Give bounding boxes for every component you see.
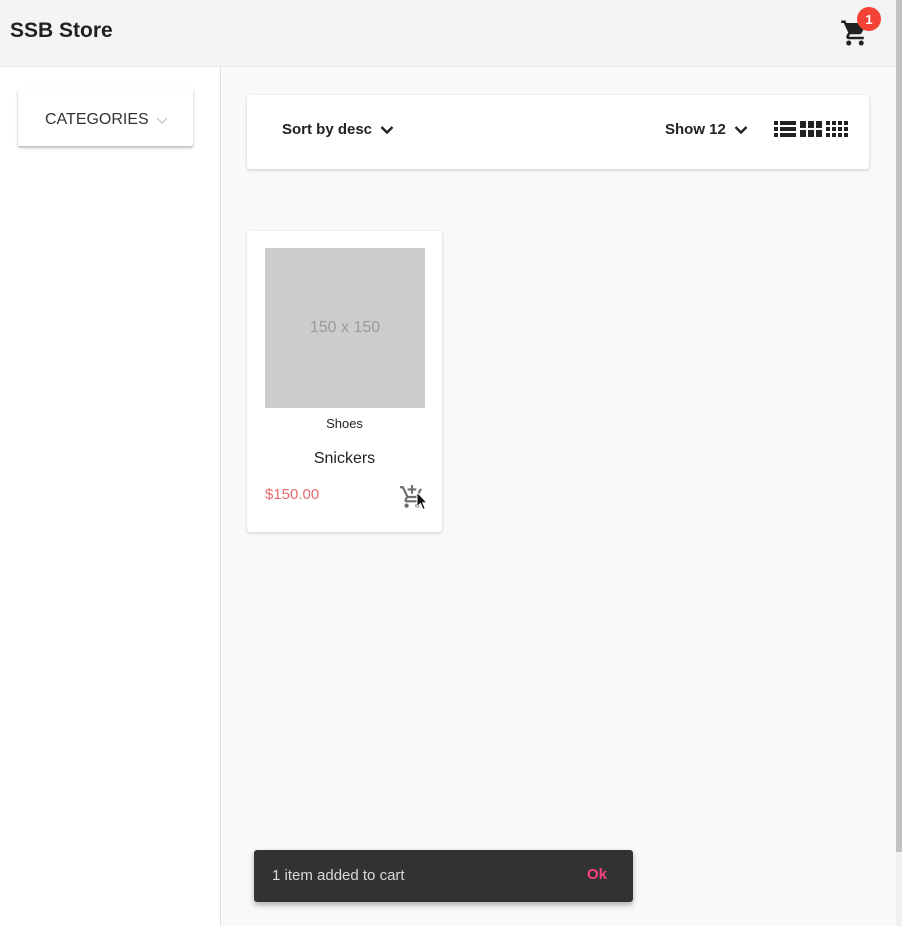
add-shopping-cart-icon <box>400 485 422 508</box>
chevron-down-icon <box>734 125 748 134</box>
product-image-placeholder-text: 150 x 150 <box>309 319 381 336</box>
product-image[interactable]: 150 x 150 <box>265 248 425 408</box>
chevron-down-icon <box>156 117 168 124</box>
page-scrollbar[interactable] <box>896 0 902 926</box>
product-price: $150.00 <box>265 486 320 503</box>
product-category: Shoes <box>326 416 363 431</box>
snackbar: 1 item added to cart Ok <box>254 850 633 902</box>
chevron-down-icon <box>380 125 394 134</box>
app-title: SSB Store <box>10 19 113 42</box>
view-mode-switcher <box>774 120 848 138</box>
sort-label: Sort by desc <box>282 121 373 138</box>
page-size-label: Show 12 <box>665 121 726 138</box>
cart-count-badge: 1 <box>857 7 881 31</box>
add-to-cart-button[interactable] <box>398 484 426 510</box>
compact-grid-view-icon[interactable] <box>826 120 848 138</box>
categories-dropdown[interactable]: CATEGORIES <box>18 89 193 146</box>
list-view-icon[interactable] <box>774 120 796 138</box>
product-card[interactable]: 150 x 150 Shoes Snickers $150.00 <box>247 231 442 532</box>
product-toolbar: Sort by desc Show 12 <box>247 95 869 169</box>
sidebar: CATEGORIES <box>0 67 221 926</box>
product-name[interactable]: Snickers <box>247 450 442 468</box>
snackbar-ok-button[interactable]: Ok <box>587 866 607 883</box>
app-header: SSB Store 1 <box>0 0 896 67</box>
sort-dropdown[interactable]: Sort by desc <box>282 121 394 138</box>
categories-label: CATEGORIES <box>45 111 149 128</box>
grid-view-icon[interactable] <box>800 120 822 138</box>
snackbar-message: 1 item added to cart <box>272 867 405 884</box>
scrollbar-thumb[interactable] <box>896 0 902 852</box>
page-size-dropdown[interactable]: Show 12 <box>665 121 748 138</box>
